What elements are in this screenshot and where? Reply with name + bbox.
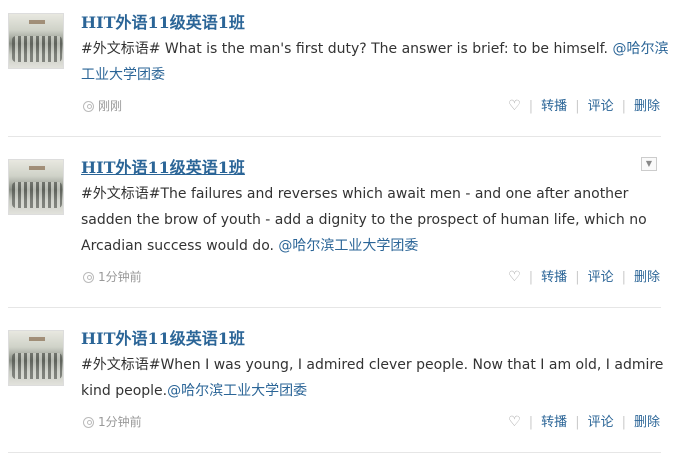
mention-link[interactable]: @哈尔滨工业大学团委: [167, 383, 307, 399]
post-time[interactable]: 1分钟前: [98, 415, 142, 429]
weibo-feed: HIT外语11级英语1班 #外文标语# What is the man's fi…: [0, 0, 698, 468]
author-name[interactable]: HIT外语11级英语1班: [81, 13, 245, 33]
post-text: #外文标语#When I was young, I admired clever…: [81, 352, 681, 404]
post-time[interactable]: 刚刚: [98, 99, 122, 113]
post-text-body: #外文标语# What is the man's first duty? The…: [81, 41, 613, 57]
avatar[interactable]: [8, 330, 64, 386]
repost-button[interactable]: 转播: [541, 415, 567, 430]
delete-button[interactable]: 删除: [634, 99, 660, 114]
post-meta: 1分钟前: [83, 414, 142, 430]
avatar-banner: [29, 20, 45, 24]
heart-icon[interactable]: ♡: [508, 269, 521, 285]
divider: [8, 307, 661, 308]
author-name[interactable]: HIT外语11级英语1班: [81, 158, 245, 178]
post-actions: ♡ | 转播 | 评论 | 删除: [508, 269, 660, 285]
divider: [8, 136, 661, 137]
heart-icon[interactable]: ♡: [508, 98, 521, 114]
divider: [8, 452, 661, 453]
avatar-group-photo: [12, 36, 62, 62]
comment-button[interactable]: 评论: [588, 99, 614, 114]
heart-icon[interactable]: ♡: [508, 414, 521, 430]
post-actions: ♡ | 转播 | 评论 | 删除: [508, 414, 660, 430]
post-text: #外文标语#The failures and reverses which aw…: [81, 181, 681, 259]
source-icon: [83, 272, 94, 283]
delete-button[interactable]: 删除: [634, 415, 660, 430]
post-time[interactable]: 1分钟前: [98, 270, 142, 284]
avatar[interactable]: [8, 13, 64, 69]
comment-button[interactable]: 评论: [588, 270, 614, 285]
avatar-group-photo: [12, 182, 62, 208]
comment-button[interactable]: 评论: [588, 415, 614, 430]
chevron-down-icon[interactable]: ▼: [641, 157, 657, 171]
mention-link[interactable]: @哈尔滨工业大学团委: [278, 238, 418, 254]
avatar-group-photo: [12, 353, 62, 379]
post-meta: 刚刚: [83, 98, 122, 114]
avatar-banner: [29, 337, 45, 341]
repost-button[interactable]: 转播: [541, 99, 567, 114]
post-meta: 1分钟前: [83, 269, 142, 285]
delete-button[interactable]: 删除: [634, 270, 660, 285]
repost-button[interactable]: 转播: [541, 270, 567, 285]
avatar[interactable]: [8, 159, 64, 215]
post-text: #外文标语# What is the man's first duty? The…: [81, 36, 681, 88]
source-icon: [83, 417, 94, 428]
post-actions: ♡ | 转播 | 评论 | 删除: [508, 98, 660, 114]
avatar-banner: [29, 166, 45, 170]
author-name[interactable]: HIT外语11级英语1班: [81, 329, 245, 349]
source-icon: [83, 101, 94, 112]
